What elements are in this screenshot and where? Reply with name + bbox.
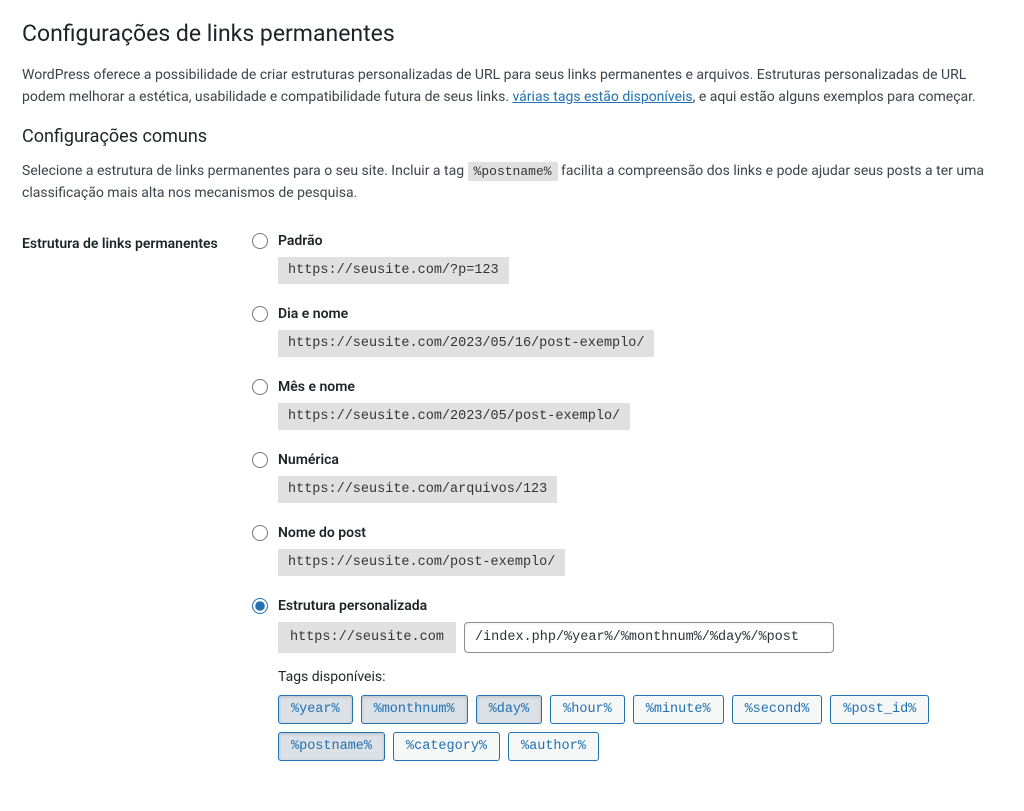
- permalink-option-row[interactable]: Estrutura personalizada: [252, 598, 1002, 614]
- tag-button[interactable]: %day%: [476, 695, 543, 724]
- common-paragraph: Selecione a estrutura de links permanent…: [22, 161, 1002, 204]
- intro-paragraph: WordPress oferece a possibilidade de cri…: [22, 65, 1002, 108]
- permalink-option-row[interactable]: Numérica: [252, 452, 1002, 468]
- permalink-option-label: Padrão: [278, 233, 323, 249]
- permalink-option: Numérica https://seusite.com/arquivos/123: [252, 452, 1002, 503]
- intro-text-2: , e aqui estão alguns exemplos para come…: [693, 89, 976, 105]
- permalink-option-row[interactable]: Padrão: [252, 233, 1002, 249]
- permalink-radio[interactable]: [252, 233, 268, 249]
- permalink-option-row[interactable]: Dia e nome: [252, 306, 1002, 322]
- tag-button[interactable]: %minute%: [633, 695, 724, 724]
- permalink-option-label: Mês e nome: [278, 379, 355, 395]
- permalink-radio-custom[interactable]: [252, 598, 268, 614]
- postname-tag-code: %postname%: [468, 162, 558, 181]
- tag-button[interactable]: %category%: [393, 732, 500, 761]
- permalink-radio[interactable]: [252, 306, 268, 322]
- permalink-option-custom: Estrutura personalizada https://seusite.c…: [252, 598, 1002, 761]
- tag-button[interactable]: %second%: [732, 695, 823, 724]
- tag-button[interactable]: %year%: [278, 695, 353, 724]
- permalink-option: Nome do post https://seusite.com/post-exe…: [252, 525, 1002, 576]
- tags-available-link[interactable]: várias tags estão disponíveis: [513, 89, 693, 105]
- permalink-example-code: https://seusite.com/?p=123: [278, 257, 509, 284]
- custom-url-prefix: https://seusite.com: [278, 622, 456, 653]
- permalink-option: Dia e nome https://seusite.com/2023/05/16…: [252, 306, 1002, 357]
- tag-button[interactable]: %hour%: [550, 695, 625, 724]
- permalink-structure-label: Estrutura de links permanentes: [22, 235, 252, 254]
- permalink-option-label: Dia e nome: [278, 306, 348, 322]
- custom-structure-input[interactable]: [464, 622, 834, 653]
- custom-structure-row: https://seusite.com: [278, 622, 1002, 653]
- permalink-option-row[interactable]: Nome do post: [252, 525, 1002, 541]
- tag-button[interactable]: %author%: [508, 732, 599, 761]
- tag-button[interactable]: %monthnum%: [361, 695, 468, 724]
- permalink-option-label: Nome do post: [278, 525, 366, 541]
- permalink-option-label: Numérica: [278, 452, 339, 468]
- permalink-radio[interactable]: [252, 452, 268, 468]
- permalink-option-label: Estrutura personalizada: [278, 598, 427, 614]
- tag-button[interactable]: %post_id%: [830, 695, 929, 724]
- common-settings-heading: Configurações comuns: [22, 126, 1002, 147]
- common-text-before: Selecione a estrutura de links permanent…: [22, 163, 468, 179]
- permalink-example-code: https://seusite.com/post-exemplo/: [278, 549, 565, 576]
- permalink-radio[interactable]: [252, 525, 268, 541]
- permalink-example-code: https://seusite.com/2023/05/16/post-exem…: [278, 330, 654, 357]
- available-tags-list: %year% %monthnum% %day%%hour% %minute% %seco…: [278, 695, 1002, 761]
- page-title: Configurações de links permanentes: [22, 20, 1002, 47]
- permalink-example-code: https://seusite.com/2023/05/post-exemplo…: [278, 403, 630, 430]
- permalink-radio[interactable]: [252, 379, 268, 395]
- tag-button[interactable]: %postname%: [278, 732, 385, 761]
- permalink-option: Padrão https://seusite.com/?p=123: [252, 233, 1002, 284]
- permalink-option-row[interactable]: Mês e nome: [252, 379, 1002, 395]
- permalink-example-code: https://seusite.com/arquivos/123: [278, 476, 557, 503]
- available-tags-label: Tags disponíveis:: [278, 669, 1002, 685]
- permalink-option: Mês e nome https://seusite.com/2023/05/po…: [252, 379, 1002, 430]
